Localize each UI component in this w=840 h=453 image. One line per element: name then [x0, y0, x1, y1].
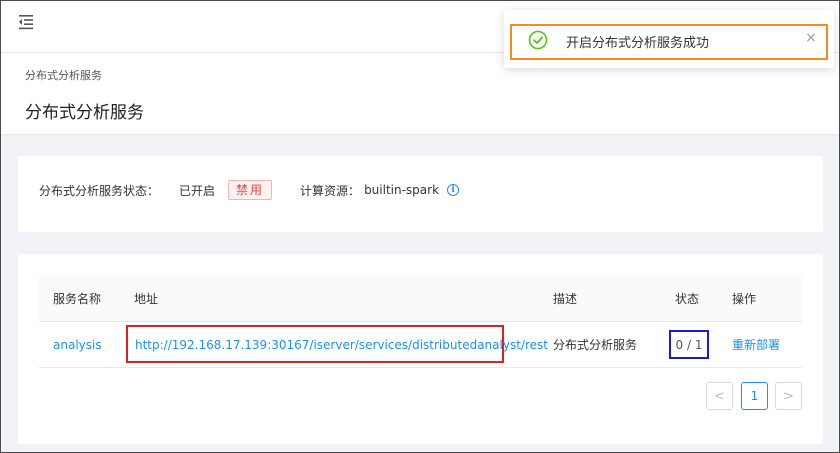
column-header-address: 地址 — [134, 291, 159, 306]
table-header: 服务名称 地址 描述 状态 操作 — [39, 275, 802, 322]
check-circle-icon — [528, 30, 548, 50]
resource-label: 计算资源： — [300, 183, 361, 198]
close-icon[interactable]: × — [804, 31, 818, 45]
column-header-state: 状态 — [675, 291, 700, 306]
service-description: 分布式分析服务 — [553, 338, 638, 352]
success-toast: 开启分布式分析服务成功 × — [504, 10, 834, 68]
page-title: 分布式分析服务 — [25, 103, 144, 123]
status-label: 分布式分析服务状态： — [39, 183, 160, 198]
service-state: 0 / 1 — [669, 330, 709, 359]
breadcrumb: 分布式分析服务 — [25, 69, 102, 82]
service-name-link[interactable]: analysis — [53, 322, 102, 367]
service-status-card: 分布式分析服务状态： 已开启 禁用 计算资源： builtin-spark i — [18, 156, 823, 232]
disable-button[interactable]: 禁用 — [228, 180, 273, 200]
column-header-description: 描述 — [553, 291, 578, 306]
service-address-link[interactable]: http://192.168.17.139:30167/iserver/serv… — [135, 322, 548, 367]
toast-message: 开启分布式分析服务成功 — [566, 36, 710, 51]
info-circle-icon[interactable]: i — [447, 184, 460, 196]
pagination-prev-button[interactable]: < — [706, 382, 733, 410]
pagination-page-1[interactable]: 1 — [741, 382, 768, 410]
table-row: analysis http://192.168.17.139:30167/ise… — [39, 322, 802, 368]
column-header-name: 服务名称 — [53, 291, 102, 306]
menu-fold-icon[interactable] — [16, 13, 36, 31]
service-table-card: 服务名称 地址 描述 状态 操作 analysis http://192.168… — [18, 254, 823, 444]
app-window: 分布式分析服务 分布式分析服务 分布式分析服务状态： 已开启 禁用 计算资源： … — [0, 0, 840, 453]
pagination-next-button[interactable]: > — [775, 382, 802, 410]
status-row: 分布式分析服务状态： 已开启 禁用 计算资源： builtin-spark i — [39, 180, 460, 200]
redeploy-button[interactable]: 重新部署 — [732, 322, 780, 367]
column-header-action: 操作 — [732, 291, 757, 306]
service-table: 服务名称 地址 描述 状态 操作 analysis http://192.168… — [39, 275, 802, 368]
status-value: 已开启 — [179, 183, 216, 198]
resource-value: builtin-spark — [364, 183, 440, 197]
